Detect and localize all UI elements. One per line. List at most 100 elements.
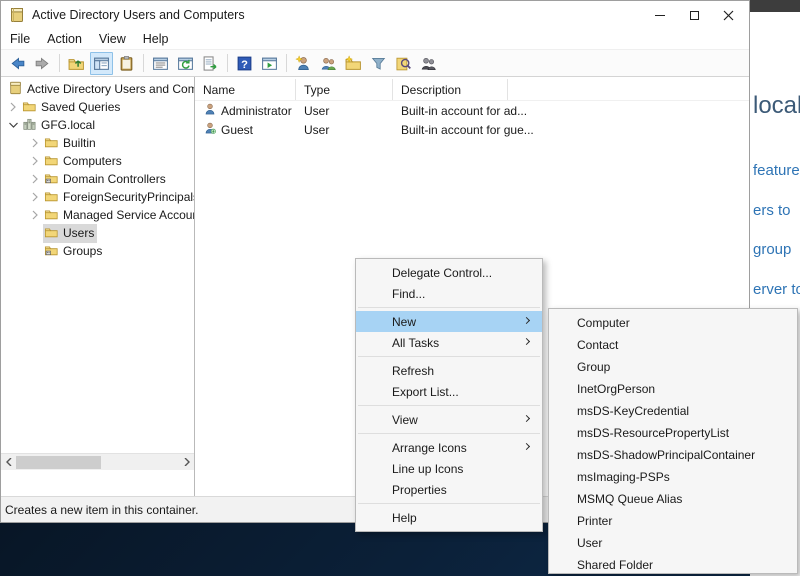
submenu-item-shared-folder[interactable]: Shared Folder (549, 554, 797, 573)
export-list-icon[interactable] (199, 52, 222, 75)
close-button[interactable] (711, 1, 745, 29)
chevron-right-icon[interactable] (27, 207, 43, 223)
tree-node[interactable]: ForeignSecurityPrincipals (43, 188, 194, 207)
console-tree-icon[interactable] (90, 51, 113, 75)
minimize-button[interactable] (643, 1, 677, 29)
directory-book-icon (9, 7, 25, 23)
window-title: Active Directory Users and Computers (32, 8, 245, 22)
tree-item-gfg-local[interactable]: GFG.local (1, 116, 194, 134)
context-menu-item-line-up-icons[interactable]: Line up Icons (356, 458, 542, 479)
find-icon[interactable] (392, 52, 415, 75)
tree-node[interactable]: Computers (43, 152, 125, 171)
new-user-icon[interactable] (292, 52, 315, 75)
table-row[interactable]: Guest User Built-in account for gue... (195, 120, 749, 139)
context-menu-item-properties[interactable]: Properties (356, 479, 542, 500)
chevron-right-icon[interactable] (5, 99, 21, 115)
type-cell: User (304, 103, 330, 118)
context-menu-item-new[interactable]: New (356, 311, 542, 332)
tree-node[interactable]: Groups (43, 242, 105, 261)
tree-item-foreignsecurityprincipals[interactable]: ForeignSecurityPrincipals (1, 188, 194, 206)
submenu-item-computer[interactable]: Computer (549, 312, 797, 334)
clipboard-icon[interactable] (115, 52, 138, 75)
menu-view[interactable]: View (99, 32, 126, 46)
new-ou-icon[interactable] (342, 52, 365, 75)
tree-item-builtin[interactable]: Builtin (1, 134, 194, 152)
chevron-right-icon[interactable] (27, 189, 43, 205)
tree-node[interactable]: Managed Service Accour (43, 206, 194, 225)
submenu-arrow-icon (522, 414, 531, 423)
tree-node[interactable]: Domain Controllers (43, 170, 169, 189)
maximize-icon (689, 10, 699, 20)
help-icon[interactable]: ? (233, 52, 256, 75)
tree-node[interactable]: Builtin (43, 134, 99, 153)
tree-item-saved-queries[interactable]: Saved Queries (1, 98, 194, 116)
submenu-item-msds-keycredential[interactable]: msDS-KeyCredential (549, 400, 797, 422)
context-menu-item-find[interactable]: Find... (356, 283, 542, 304)
submenu-item-msimaging-psps[interactable]: msImaging-PSPs (549, 466, 797, 488)
guest-user-icon (203, 121, 217, 138)
tree-item-active-directory-users-and-com[interactable]: Active Directory Users and Com (1, 80, 194, 98)
table-row[interactable]: Administrator User Built-in account for ad… (195, 101, 749, 120)
menu-separator (358, 356, 540, 357)
column-header-type[interactable]: Type (296, 79, 393, 100)
chevron-down-icon[interactable] (5, 117, 21, 133)
submenu-item-printer[interactable]: Printer (549, 510, 797, 532)
column-header-description[interactable]: Description (393, 79, 508, 100)
submenu-item-user[interactable]: User (549, 532, 797, 554)
refresh-icon[interactable] (174, 52, 197, 75)
tree-item-domain-controllers[interactable]: Domain Controllers (1, 170, 194, 188)
tree-node[interactable]: Active Directory Users and Com (7, 80, 194, 99)
tree-item-label: Users (63, 226, 95, 240)
delegate-icon[interactable] (417, 52, 440, 75)
tree-node[interactable]: Saved Queries (21, 98, 123, 117)
tree-item-label: Managed Service Accour (63, 208, 194, 222)
submenu-item-msds-shadowprincipalcontainer[interactable]: msDS-ShadowPrincipalContainer (549, 444, 797, 466)
menu-action[interactable]: Action (47, 32, 82, 46)
tree-item-users[interactable]: Users (1, 223, 194, 243)
submenu-item-msds-resourcepropertylist[interactable]: msDS-ResourcePropertyList (549, 422, 797, 444)
folder-icon (44, 135, 59, 152)
filter-icon[interactable] (367, 52, 390, 75)
submenu-item-contact[interactable]: Contact (549, 334, 797, 356)
tree-node[interactable]: GFG.local (21, 116, 98, 135)
show-window-icon[interactable] (258, 52, 281, 75)
scrollbar-thumb[interactable] (16, 456, 101, 469)
submenu-item-inetorgperson[interactable]: InetOrgPerson (549, 378, 797, 400)
chevron-right-icon[interactable] (27, 135, 43, 151)
context-menu-item-arrange-icons[interactable]: Arrange Icons (356, 437, 542, 458)
chevron-right-icon[interactable] (27, 171, 43, 187)
menu-item-label: Arrange Icons (392, 440, 467, 455)
domain-icon (22, 117, 37, 134)
chevron-right-icon[interactable] (27, 153, 43, 169)
title-bar: Active Directory Users and Computers (1, 1, 749, 29)
menu-item-label: Line up Icons (392, 461, 464, 476)
scroll-right-arrow-icon[interactable] (179, 454, 194, 470)
tree-item-groups[interactable]: Groups (1, 242, 194, 260)
forward-icon[interactable] (31, 52, 54, 75)
submenu-item-msmq-queue-alias[interactable]: MSMQ Queue Alias (549, 488, 797, 510)
scroll-left-arrow-icon[interactable] (1, 454, 16, 470)
menu-file[interactable]: File (10, 32, 30, 46)
console-root-icon (8, 81, 23, 98)
column-header-name[interactable]: Name (195, 79, 296, 100)
tree-node[interactable]: Users (43, 223, 98, 243)
context-menu-item-all-tasks[interactable]: All Tasks (356, 332, 542, 353)
context-menu-item-refresh[interactable]: Refresh (356, 360, 542, 381)
submenu-item-group[interactable]: Group (549, 356, 797, 378)
tree-item-managed-service-accour[interactable]: Managed Service Accour (1, 206, 194, 224)
context-menu-item-help[interactable]: Help (356, 507, 542, 528)
context-menu-item-export-list[interactable]: Export List... (356, 381, 542, 402)
horizontal-scrollbar[interactable] (1, 453, 194, 470)
menu-item-label: msDS-ShadowPrincipalContainer (577, 448, 756, 462)
back-icon[interactable] (6, 52, 29, 75)
maximize-button[interactable] (677, 1, 711, 29)
context-menu-item-delegate-control[interactable]: Delegate Control... (356, 262, 542, 283)
type-cell: User (304, 122, 330, 137)
context-menu-item-view[interactable]: View (356, 409, 542, 430)
new-group-icon[interactable] (317, 52, 340, 75)
up-one-level-icon[interactable] (65, 52, 88, 75)
submenu-arrow-icon (522, 337, 531, 346)
properties-window-icon[interactable] (149, 52, 172, 75)
menu-help[interactable]: Help (143, 32, 169, 46)
tree-item-computers[interactable]: Computers (1, 152, 194, 170)
